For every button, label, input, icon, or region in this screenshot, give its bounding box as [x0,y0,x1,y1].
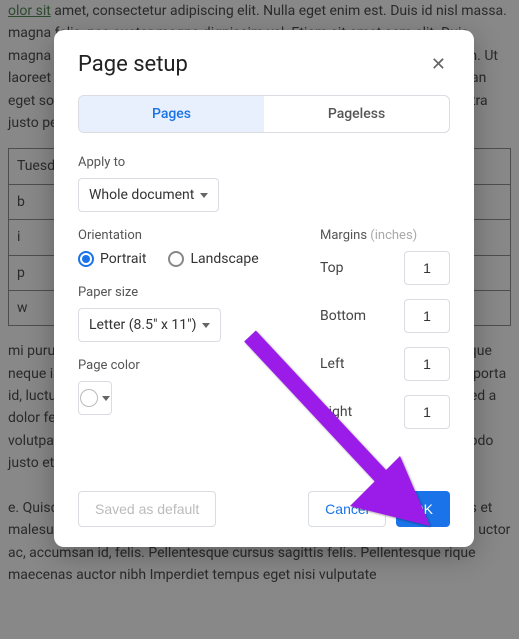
radio-portrait-label: Portrait [100,251,146,267]
page-color-label: Page color [78,358,280,373]
paper-size-dropdown[interactable]: Letter (8.5" x 11") [78,308,221,342]
margins-label: Margins (inches) [320,228,450,243]
apply-to-value: Whole document [89,187,194,203]
apply-to-dropdown[interactable]: Whole document [78,178,219,212]
caret-down-icon [200,193,208,198]
margin-right-input[interactable] [404,395,450,429]
margin-bottom-label: Bottom [320,308,366,324]
margin-left-input[interactable] [404,347,450,381]
margin-left-label: Left [320,356,344,372]
margin-top-label: Top [320,260,344,276]
tab-pages[interactable]: Pages [79,96,264,132]
color-swatch-icon [80,389,98,407]
tab-pageless[interactable]: Pageless [264,96,449,132]
page-setup-dialog: Page setup ✕ Pages Pageless Apply to Who… [54,30,474,547]
caret-down-icon [102,396,110,401]
orientation-label: Orientation [78,228,280,243]
set-default-button[interactable]: Saved as default [78,491,216,527]
caret-down-icon [202,323,210,328]
paper-size-value: Letter (8.5" x 11") [89,317,196,333]
page-color-picker[interactable] [78,381,112,415]
radio-dot-icon [78,251,94,267]
radio-landscape[interactable]: Landscape [168,251,258,267]
margin-right-label: Right [320,404,352,420]
ok-button[interactable]: OK [396,491,450,527]
margin-top-input[interactable] [404,251,450,285]
close-icon[interactable]: ✕ [427,52,450,77]
dialog-title: Page setup [78,52,188,77]
paper-size-label: Paper size [78,285,280,300]
apply-to-label: Apply to [78,155,450,170]
radio-portrait[interactable]: Portrait [78,251,146,267]
radio-landscape-label: Landscape [190,251,258,267]
margin-bottom-input[interactable] [404,299,450,333]
tabs: Pages Pageless [78,95,450,133]
radio-dot-icon [168,251,184,267]
cancel-button[interactable]: Cancel [308,491,386,527]
